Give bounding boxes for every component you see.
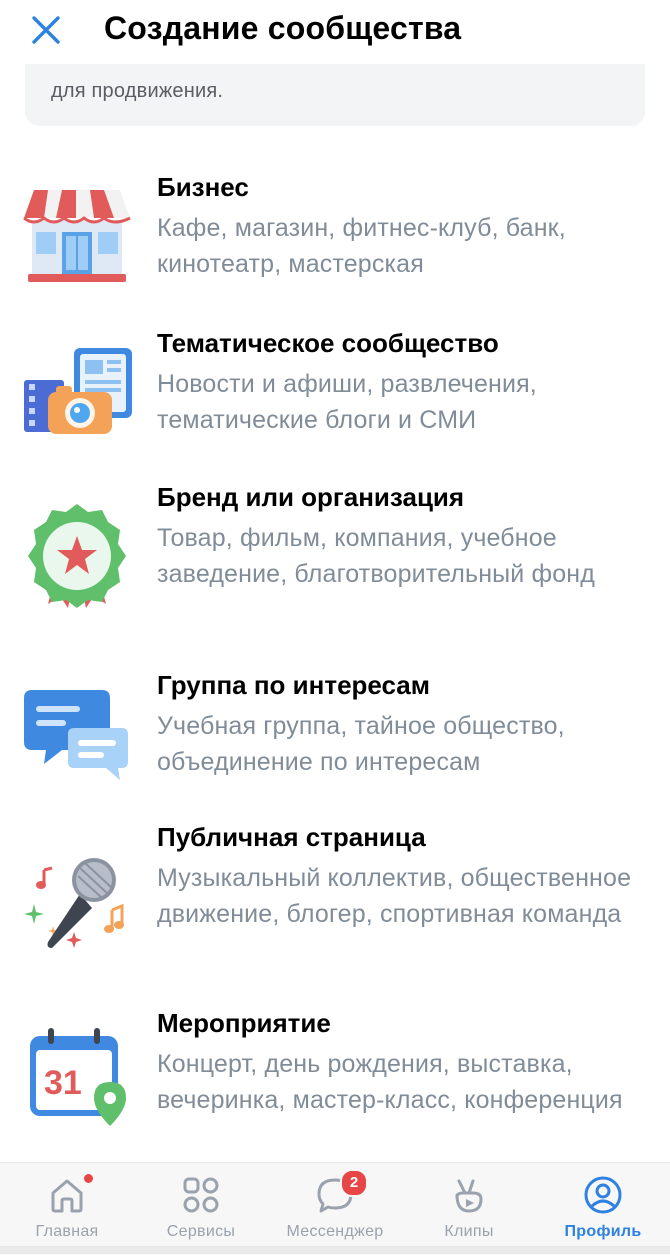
tab-home[interactable]: Главная	[0, 1163, 134, 1255]
profile-icon	[584, 1176, 622, 1214]
category-description: Новости и афиши, развлечения, тематическ…	[157, 370, 537, 434]
tab-services[interactable]: Сервисы	[134, 1163, 268, 1255]
header: Создание сообщества	[0, 0, 670, 64]
system-nav-strip	[0, 1246, 670, 1254]
tab-label: Мессенджер	[286, 1223, 384, 1240]
media-icon	[24, 348, 132, 434]
award-icon	[28, 504, 126, 608]
category-name: Публичная страница	[157, 822, 426, 852]
category-name: Бренд или организация	[157, 482, 465, 512]
category-description: Товар, фильм, компания, учебное заведени…	[157, 524, 595, 588]
category-description: Концерт, день рождения, выставка, вечери…	[157, 1050, 623, 1114]
category-thematic[interactable]: Тематическое сообщество Новости и афиши,…	[0, 326, 670, 456]
info-card-text: для продвижения.	[51, 80, 224, 102]
category-public-page[interactable]: Публичная страница Музыкальный коллектив…	[0, 820, 670, 980]
services-icon	[183, 1177, 219, 1213]
notification-dot	[82, 1172, 95, 1185]
calendar-day: 31	[44, 1064, 82, 1102]
category-brand[interactable]: Бренд или организация Товар, фильм, комп…	[0, 480, 670, 640]
category-event[interactable]: 31 Мероприятие Концерт, день рождения, в…	[0, 1006, 670, 1166]
category-business[interactable]: Бизнес Кафе, магазин, фитнес-клуб, банк,…	[0, 170, 670, 300]
tab-profile[interactable]: Профиль	[536, 1163, 670, 1255]
chat-icon	[24, 690, 128, 780]
category-name: Тематическое сообщество	[157, 328, 499, 358]
shop-icon	[23, 190, 131, 282]
tab-label: Главная	[35, 1223, 99, 1240]
close-button[interactable]	[24, 8, 68, 52]
category-description: Кафе, магазин, фитнес-клуб, банк, киноте…	[157, 214, 566, 278]
microphone-icon	[24, 858, 124, 948]
tab-label: Сервисы	[166, 1223, 236, 1240]
category-name: Группа по интересам	[157, 670, 430, 700]
tab-messenger[interactable]: 2 Мессенджер	[268, 1163, 402, 1255]
category-interest-group[interactable]: Группа по интересам Учебная группа, тайн…	[0, 668, 670, 798]
tab-label: Профиль	[564, 1223, 642, 1240]
tab-clips[interactable]: Клипы	[402, 1163, 536, 1255]
category-description: Музыкальный коллектив, общественное движ…	[157, 864, 632, 928]
close-icon	[32, 16, 60, 44]
clips-icon	[455, 1179, 483, 1213]
tab-bar: Главная Сервисы 2 Мессенджер Клипы Профи…	[0, 1162, 670, 1255]
page-title: Создание сообщества	[104, 10, 462, 46]
tab-label: Клипы	[444, 1223, 494, 1240]
home-icon	[51, 1179, 83, 1213]
category-description: Учебная группа, тайное общество, объедин…	[157, 712, 565, 776]
calendar-icon: 31	[30, 1028, 126, 1126]
category-name: Бизнес	[157, 172, 249, 202]
category-name: Мероприятие	[157, 1008, 331, 1038]
unread-badge: 2	[340, 1169, 368, 1197]
